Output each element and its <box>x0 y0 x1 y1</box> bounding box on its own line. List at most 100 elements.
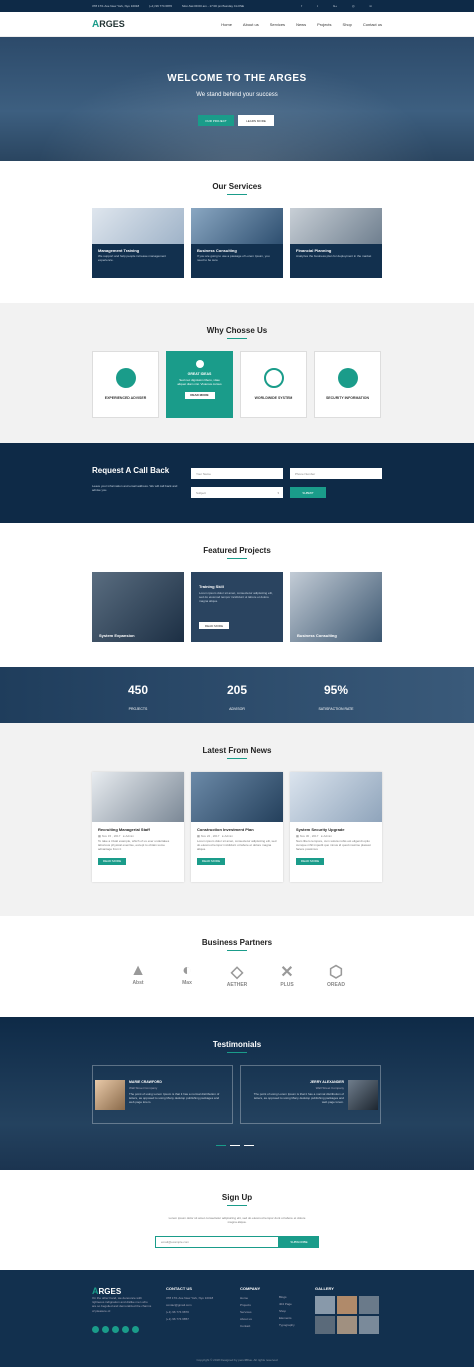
news-image <box>290 772 382 822</box>
why-card[interactable]: EXPERIENCED ADVISER <box>92 351 159 418</box>
partner-name: Abst <box>132 980 144 986</box>
stat-label: SATISFACTION RATE <box>318 707 354 711</box>
calendar-icon: ▦ <box>197 834 200 838</box>
carousel-dot[interactable] <box>244 1145 254 1146</box>
submit-button[interactable]: SUBMIT <box>290 487 326 498</box>
footer-link[interactable]: Elements <box>279 1316 313 1320</box>
gallery-thumb[interactable] <box>337 1316 357 1334</box>
service-card[interactable]: Financial Planning Analyzes the business… <box>290 208 382 278</box>
carousel-dot[interactable] <box>230 1145 240 1146</box>
footer-link[interactable]: Services <box>240 1310 276 1314</box>
read-more-button[interactable]: READ MORE <box>197 857 225 865</box>
news-card[interactable]: Construction Investment Plan ▦ Nov 22 , … <box>191 772 283 882</box>
project-card[interactable]: System Expansion <box>92 572 184 642</box>
service-card[interactable]: Business Consulting If you are going to … <box>191 208 283 278</box>
services-section: Our Services <box>0 182 474 195</box>
twitter-icon[interactable]: t <box>317 4 318 8</box>
google-plus-icon[interactable]: G+ <box>333 4 337 8</box>
partner-oread-icon: ⬡ <box>329 964 343 981</box>
footer-gallery: GALLERY <box>315 1286 383 1337</box>
footer-heading: CONTACT US <box>166 1286 192 1291</box>
instagram-icon[interactable]: ◎ <box>352 4 355 8</box>
why-card[interactable]: SECURITY INFORMATION <box>314 351 381 418</box>
email-input[interactable]: email@example.com <box>155 1236 279 1248</box>
nav-projects[interactable]: Projects <box>317 22 331 27</box>
footer-link[interactable]: Home <box>240 1296 276 1300</box>
footer-link[interactable]: About us <box>240 1317 276 1321</box>
nav-services[interactable]: Services <box>270 22 285 27</box>
gallery-thumb[interactable] <box>359 1316 379 1334</box>
read-more-button[interactable]: READ MORE <box>296 857 324 865</box>
project-card-hover[interactable]: Training Skill Lorem ipsum dolor sit ame… <box>191 572 283 642</box>
google-plus-icon[interactable] <box>102 1326 109 1333</box>
news-meta: ▦ Nov 30 , 2017 ● Admin <box>296 834 376 838</box>
read-more-button[interactable]: READ MORE <box>98 857 126 865</box>
hours-text: Mon-Sat 09:00 am - 17:00 pm/Sunday CLOSE <box>182 4 244 8</box>
carousel-dot-active[interactable] <box>216 1145 226 1146</box>
gallery-thumb[interactable] <box>337 1296 357 1314</box>
footer-email[interactable]: contac@gmail.com <box>166 1303 234 1307</box>
our-project-button[interactable]: OUR PROJECT <box>198 115 234 126</box>
nav-shop[interactable]: Shop <box>343 22 352 27</box>
news-date: Nov 30 , 2017 <box>299 834 319 838</box>
read-more-button[interactable]: READ MORE <box>184 391 215 399</box>
project-title: Business Consulting <box>297 633 337 638</box>
nav-about[interactable]: About us <box>243 22 259 27</box>
news-card[interactable]: System Security Upgrade ▦ Nov 30 , 2017 … <box>290 772 382 882</box>
partner-logo[interactable]: ⬡ OREAD <box>321 962 351 988</box>
subject-select[interactable]: Subject ▾ <box>191 487 283 498</box>
gallery-thumb[interactable] <box>315 1296 335 1314</box>
partner-name: Max <box>182 980 192 986</box>
gallery-thumb[interactable] <box>359 1296 379 1314</box>
partner-logo[interactable]: ✕ PLUS <box>272 962 302 988</box>
linkedin-icon[interactable]: in <box>370 4 372 8</box>
project-card[interactable]: Business Consulting <box>290 572 382 642</box>
facebook-icon[interactable] <box>92 1326 99 1333</box>
top-bar: 378 17/1 Ave New York, Nyo 10018 (+1) 96… <box>0 0 474 12</box>
testimonial-text: The point of using Lorem Ipsum is that i… <box>253 1092 344 1104</box>
nav-home[interactable]: Home <box>221 22 232 27</box>
stat-label: ADVISOR <box>229 707 245 711</box>
partner-logo[interactable]: ◇ AETHER <box>222 962 252 988</box>
testimonial-text: The point of using Lorem Ipsum is that i… <box>129 1092 220 1104</box>
name-input[interactable]: Your Name <box>191 468 283 479</box>
nav-news[interactable]: News <box>296 22 306 27</box>
partner-abst-icon: ▲ <box>130 962 146 979</box>
footer-link[interactable]: Projects <box>240 1303 276 1307</box>
logo[interactable]: A RGES <box>92 19 125 30</box>
nav-contact[interactable]: Contact us <box>363 22 382 27</box>
gallery-thumb[interactable] <box>315 1316 335 1334</box>
twitter-icon[interactable] <box>112 1326 119 1333</box>
why-card[interactable]: WORLDWIDE SYSTEM <box>240 351 307 418</box>
facebook-icon[interactable]: f <box>301 4 302 8</box>
partner-logo[interactable]: ▲ Abst <box>123 962 153 986</box>
why-card-active[interactable]: GREAT IDEAS Sed nec dignissim libero, vi… <box>166 351 233 418</box>
service-image <box>92 208 184 244</box>
read-more-button[interactable]: READ MORE <box>199 622 229 629</box>
subscribe-button[interactable]: SUBSCRIBE <box>279 1236 319 1248</box>
why-card-label: SECURITY INFORMATION <box>325 396 370 400</box>
partners-heading: Business Partners <box>0 938 474 951</box>
footer-link[interactable]: Contact <box>240 1324 276 1328</box>
footer-link[interactable]: Shop <box>279 1309 313 1313</box>
instagram-icon[interactable] <box>122 1326 129 1333</box>
title-divider <box>227 194 247 195</box>
linkedin-icon[interactable] <box>132 1326 139 1333</box>
callback-text: Leave your information and email address… <box>92 484 178 493</box>
carousel-dots <box>216 1145 254 1146</box>
service-card[interactable]: Management Training We support and help … <box>92 208 184 278</box>
news-card[interactable]: Recruiting Managerial Staff ▦ Nov 15 , 2… <box>92 772 184 882</box>
footer-link[interactable]: 404 Page <box>279 1302 313 1306</box>
subject-value: Subject <box>196 490 207 495</box>
footer-link[interactable]: Blogs <box>279 1295 313 1299</box>
projects-title: Featured Projects <box>203 546 271 555</box>
phone-input[interactable]: Phone Number <box>290 468 382 479</box>
project-title: System Expansion <box>99 633 135 638</box>
learn-more-button[interactable]: LEARN MORE <box>238 115 274 126</box>
partner-plus-icon: ✕ <box>280 964 294 981</box>
news-author: Admin <box>323 834 332 838</box>
footer-link[interactable]: Typography <box>279 1323 313 1327</box>
partner-logo[interactable]: ◐ Max <box>172 962 202 986</box>
footer-heading: GALLERY <box>315 1286 334 1291</box>
news-date: Nov 22 , 2017 <box>200 834 220 838</box>
